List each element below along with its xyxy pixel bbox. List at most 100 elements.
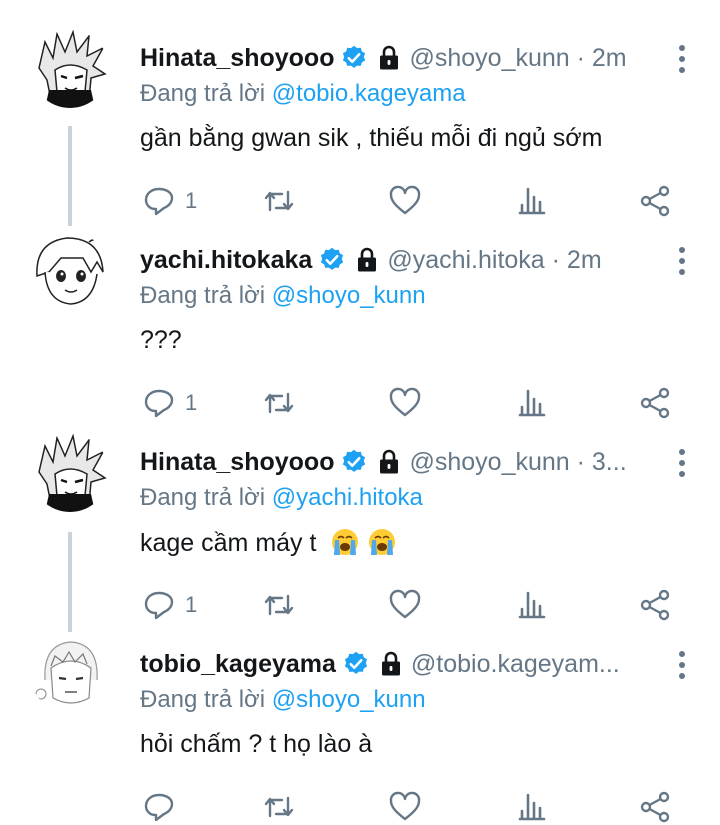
retweet-button[interactable]	[263, 385, 295, 421]
tweet[interactable]: Hinata_shoyooo @shoyo_kunn · 2m Đang trả…	[0, 30, 720, 217]
tweet-header: yachi.hitokaka @yachi.hitoka · 2m	[140, 242, 670, 278]
mention-link[interactable]: @yachi.hitoka	[272, 484, 423, 511]
more-vertical-icon[interactable]	[678, 246, 686, 276]
tweet[interactable]: Hinata_shoyooo @shoyo_kunn · 3... Đang t…	[0, 434, 720, 621]
display-name[interactable]: Hinata_shoyooo	[140, 44, 334, 73]
tweet[interactable]: yachi.hitokaka @yachi.hitoka · 2m Đang t…	[0, 232, 720, 419]
display-name[interactable]: Hinata_shoyooo	[140, 448, 334, 477]
analytics-icon	[518, 591, 546, 619]
protected-lock-icon	[380, 45, 399, 70]
handle-timestamp[interactable]: @shoyo_kunn · 2m	[409, 44, 626, 73]
action-bar	[0, 789, 720, 825]
retweet-button[interactable]	[263, 587, 295, 623]
handle-timestamp[interactable]: @tobio.kageyam...	[411, 650, 620, 679]
reply-count: 1	[185, 188, 198, 213]
tweet-text: ???	[140, 326, 182, 354]
share-button[interactable]	[639, 183, 671, 219]
like-heart-icon	[389, 387, 421, 417]
protected-lock-icon	[380, 449, 399, 474]
display-name[interactable]: yachi.hitokaka	[140, 246, 312, 275]
retweet-icon	[264, 594, 294, 616]
tweet-text: hỏi chấm ? t họ lào à	[140, 730, 373, 758]
mention-link[interactable]: @shoyo_kunn	[272, 282, 426, 309]
avatar[interactable]	[31, 30, 109, 108]
avatar[interactable]	[31, 636, 109, 714]
share-button[interactable]	[639, 587, 671, 623]
action-bar: 1	[0, 183, 720, 219]
protected-lock-icon	[381, 651, 400, 676]
handle-timestamp[interactable]: @yachi.hitoka · 2m	[387, 246, 601, 275]
reply-button[interactable]: 1	[143, 587, 197, 623]
like-button[interactable]	[389, 183, 421, 219]
reply-button[interactable]	[143, 789, 185, 825]
retweet-button[interactable]	[263, 183, 295, 219]
reply-icon	[144, 591, 174, 620]
retweet-icon	[264, 796, 294, 818]
mention-link[interactable]: @shoyo_kunn	[272, 686, 426, 713]
like-button[interactable]	[389, 385, 421, 421]
retweet-button[interactable]	[263, 789, 295, 825]
replying-to-label: Đang trả lời	[140, 686, 266, 713]
share-icon	[640, 185, 670, 217]
replying-to-label: Đang trả lời	[140, 80, 266, 107]
replying-to-label: Đang trả lời	[140, 484, 266, 511]
reply-icon	[144, 187, 174, 216]
like-button[interactable]	[389, 789, 421, 825]
verified-badge-icon	[321, 247, 344, 270]
tweet-text: gần bằng gwan sik , thiếu mỗi đi ngủ sớm	[140, 124, 603, 152]
like-heart-icon	[389, 185, 421, 215]
analytics-button[interactable]	[516, 789, 548, 825]
hinata-avatar-icon	[38, 434, 107, 512]
verified-badge-icon	[343, 449, 366, 472]
display-name[interactable]: tobio_kageyama	[140, 650, 336, 679]
reply-count: 1	[185, 592, 198, 617]
kageyama-avatar-icon	[35, 641, 98, 704]
verified-badge-icon	[343, 45, 366, 68]
more-vertical-icon[interactable]	[678, 44, 686, 74]
analytics-icon	[518, 187, 546, 215]
share-icon	[640, 791, 670, 823]
tweet-header: tobio_kageyama @tobio.kageyam...	[140, 646, 670, 682]
reply-icon	[144, 793, 174, 822]
more-vertical-icon[interactable]	[678, 650, 686, 680]
yachi-avatar-icon	[36, 237, 104, 305]
action-bar: 1	[0, 385, 720, 421]
hinata-avatar-icon	[38, 30, 107, 108]
share-icon	[640, 589, 670, 621]
reply-icon	[144, 389, 174, 418]
reply-button[interactable]: 1	[143, 183, 197, 219]
replying-to: Đang trả lời @shoyo_kunn	[140, 686, 426, 714]
share-icon	[640, 387, 670, 419]
like-button[interactable]	[389, 587, 421, 623]
analytics-button[interactable]	[516, 587, 548, 623]
analytics-button[interactable]	[516, 385, 548, 421]
avatar[interactable]	[31, 434, 109, 512]
tweet-header: Hinata_shoyooo @shoyo_kunn · 3...	[140, 444, 670, 480]
tweet-text-content: kage cầm máy t	[140, 529, 317, 557]
analytics-button[interactable]	[516, 183, 548, 219]
protected-lock-icon	[358, 247, 377, 272]
replying-to: Đang trả lời @shoyo_kunn	[140, 282, 426, 310]
avatar[interactable]	[31, 232, 109, 310]
replying-to: Đang trả lời @tobio.kageyama	[140, 80, 466, 108]
action-bar: 1	[0, 587, 720, 623]
like-heart-icon	[389, 589, 421, 619]
reply-button[interactable]: 1	[143, 385, 197, 421]
loudly-crying-face-icon	[332, 529, 359, 555]
mention-link[interactable]: @tobio.kageyama	[272, 80, 466, 107]
verified-badge-icon	[344, 651, 368, 674]
tweet-text: kage cầm máy t	[140, 528, 396, 558]
share-button[interactable]	[639, 385, 671, 421]
loudly-crying-face-icon	[369, 529, 396, 555]
reply-count: 1	[185, 390, 198, 415]
more-vertical-icon[interactable]	[678, 448, 686, 478]
share-button[interactable]	[639, 789, 671, 825]
tweet-header: Hinata_shoyooo @shoyo_kunn · 2m	[140, 40, 670, 76]
analytics-icon	[518, 389, 546, 417]
replying-to-label: Đang trả lời	[140, 282, 266, 309]
retweet-icon	[264, 190, 294, 212]
handle-timestamp[interactable]: @shoyo_kunn · 3...	[409, 448, 626, 477]
tweet[interactable]: tobio_kageyama @tobio.kageyam... Đang tr…	[0, 636, 720, 823]
retweet-icon	[264, 392, 294, 414]
replying-to: Đang trả lời @yachi.hitoka	[140, 484, 423, 512]
